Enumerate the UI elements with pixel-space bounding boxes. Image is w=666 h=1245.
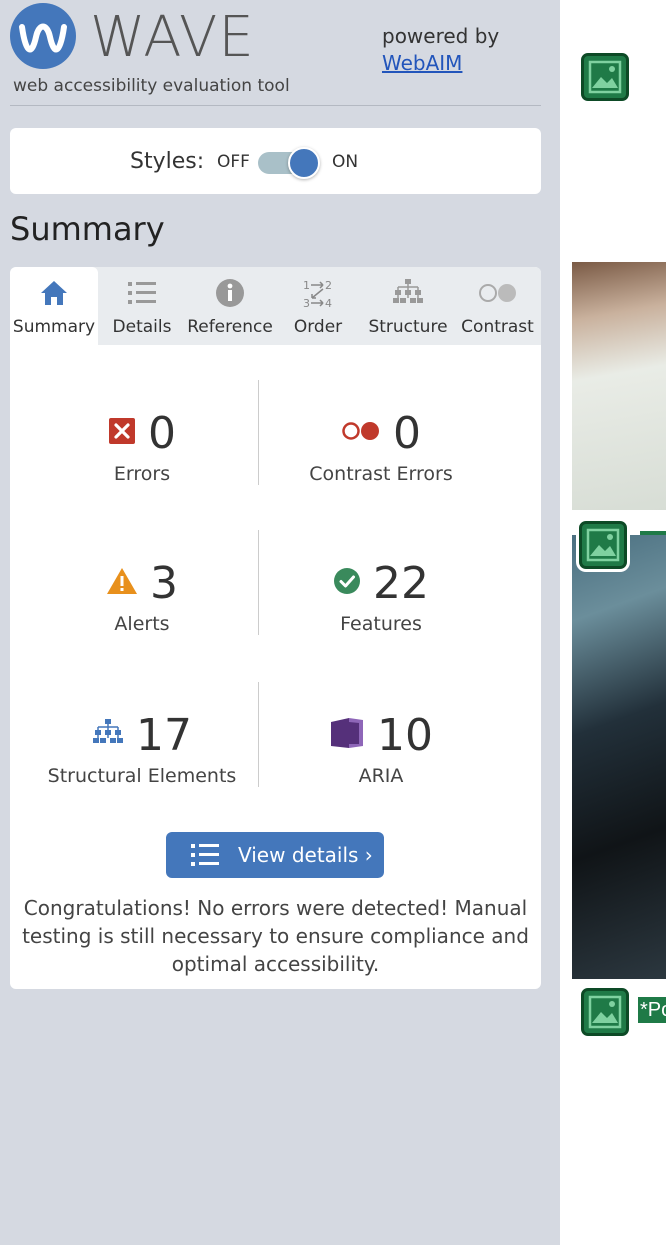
webaim-link[interactable]: WebAIM [382, 51, 462, 75]
tab-label: Summary [12, 317, 96, 337]
wave-tagline: web accessibility evaluation tool [13, 76, 290, 96]
alert-icon [106, 567, 138, 599]
view-details-label: View details › [238, 843, 373, 867]
list-icon [190, 843, 220, 867]
wave-logo-icon [10, 3, 76, 69]
tab-summary[interactable]: Summary [10, 267, 98, 345]
errors-label: Errors [113, 463, 171, 485]
tab-details[interactable]: Details [98, 267, 186, 345]
tab-order[interactable]: 1 2 3 4 Order [274, 267, 362, 345]
wave-sidebar: WAVE web accessibility evaluation tool p… [0, 0, 560, 1245]
features-count: 22 [373, 557, 429, 609]
aria-icon [329, 716, 365, 754]
svg-text:3: 3 [303, 297, 310, 309]
aria-count: 10 [377, 709, 433, 761]
tab-bar: Summary Details Reference 1 2 3 4 Order … [10, 267, 541, 345]
tab-contrast[interactable]: Contrast [454, 267, 541, 345]
structure-icon [92, 718, 124, 752]
preview-photo [572, 262, 666, 510]
errors-stat[interactable]: 0 Errors [22, 407, 262, 485]
tab-reference[interactable]: Reference [186, 267, 274, 345]
alerts-label: Alerts [114, 613, 170, 635]
svg-text:2: 2 [325, 279, 332, 292]
tab-structure[interactable]: Structure [362, 267, 454, 345]
tab-label: Order [293, 317, 343, 337]
styles-toggle-panel: Styles: OFF ON [10, 128, 541, 194]
alerts-count: 3 [150, 557, 178, 609]
features-stat[interactable]: 22 Features [261, 557, 501, 635]
error-icon [108, 417, 136, 449]
contrast-icon [454, 277, 541, 309]
tab-label: Details [112, 317, 172, 337]
structure-icon [362, 277, 454, 309]
wave-label-badge[interactable]: *Po [638, 997, 666, 1023]
structural-elements-stat[interactable]: 17 Structural Elements [22, 709, 262, 788]
errors-count: 0 [148, 407, 176, 459]
list-icon [98, 277, 186, 309]
contrast-errors-count: 0 [393, 407, 421, 459]
features-label: Features [340, 613, 422, 635]
image-icon[interactable] [581, 988, 629, 1036]
contrast-errors-label: Contrast Errors [309, 463, 453, 485]
tab-label: Reference [187, 317, 273, 337]
home-icon [10, 277, 98, 309]
feature-icon [333, 567, 361, 599]
header-divider [10, 105, 541, 106]
tab-label: Contrast [461, 317, 534, 337]
alerts-stat[interactable]: 3 Alerts [22, 557, 262, 635]
image-icon[interactable] [579, 521, 627, 569]
styles-toggle-switch[interactable] [258, 147, 320, 179]
page-preview: *Po [560, 0, 666, 1245]
image-icon[interactable] [581, 53, 629, 101]
wave-logo-text: WAVE [90, 5, 255, 70]
styles-off-label: OFF [217, 152, 250, 172]
info-icon [186, 277, 274, 309]
styles-label: Styles: [130, 149, 205, 174]
summary-panel: Summary Details Reference 1 2 3 4 Order … [10, 267, 541, 989]
contrast-error-icon [341, 420, 381, 446]
styles-on-label: ON [332, 152, 359, 172]
toggle-knob[interactable] [288, 147, 320, 179]
structural-elements-label: Structural Elements [47, 765, 237, 787]
aria-label: ARIA [358, 765, 404, 787]
aria-stat[interactable]: 10 ARIA [261, 709, 501, 787]
svg-text:1: 1 [303, 279, 310, 292]
svg-text:4: 4 [325, 297, 332, 309]
contrast-errors-stat[interactable]: 0 Contrast Errors [261, 407, 501, 486]
order-icon: 1 2 3 4 [274, 277, 362, 309]
summary-heading: Summary [10, 210, 165, 248]
powered-by-text: powered by [382, 24, 500, 48]
view-details-button[interactable]: View details › [166, 832, 384, 878]
structural-elements-count: 17 [136, 709, 192, 761]
congratulations-message: Congratulations! No errors were detected… [22, 896, 529, 976]
tab-label: Structure [368, 317, 448, 337]
preview-photo [572, 535, 666, 979]
